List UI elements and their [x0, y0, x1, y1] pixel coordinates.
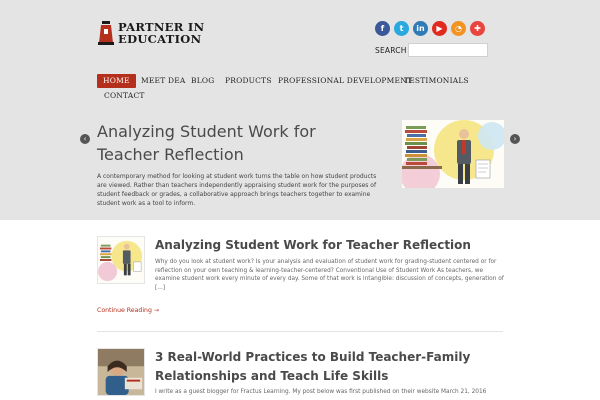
nav-item-home[interactable]: HOME: [97, 74, 136, 88]
slide-illustration-image[interactable]: [402, 120, 504, 188]
cart-icon[interactable]: ✚: [470, 21, 485, 36]
nav-item-contact[interactable]: CONTACT: [104, 89, 145, 103]
post-thumbnail-image[interactable]: [97, 236, 145, 284]
rss-icon[interactable]: ◔: [451, 21, 466, 36]
slide-title[interactable]: Analyzing Student Work for Teacher Refle…: [97, 120, 377, 166]
linkedin-icon[interactable]: in: [413, 21, 428, 36]
twitter-icon[interactable]: t: [394, 21, 409, 36]
search-input[interactable]: [408, 43, 488, 57]
post-thumbnail-image[interactable]: [97, 348, 145, 396]
slider-prev-button[interactable]: ‹: [80, 134, 90, 144]
post-title[interactable]: Analyzing Student Work for Teacher Refle…: [155, 236, 505, 255]
post-excerpt: Why do you look at student work? Is your…: [155, 259, 504, 291]
logo-text-line2: EDUCATION: [118, 32, 202, 46]
nav-item-professional-development[interactable]: PROFESSIONAL DEVELOPMENT: [278, 74, 412, 88]
continue-reading-link[interactable]: Continue Reading →: [97, 307, 159, 314]
post-title[interactable]: 3 Real-World Practices to Build Teacher-…: [155, 348, 505, 386]
post-item: 3 Real-World Practices to Build Teacher-…: [97, 348, 503, 400]
nav-item-products[interactable]: PRODUCTS: [225, 74, 272, 88]
post-divider: [97, 331, 503, 332]
youtube-icon[interactable]: ▶: [432, 21, 447, 36]
slide-excerpt: A contemporary method for looking at stu…: [97, 173, 377, 207]
nav-item-blog[interactable]: BLOG: [191, 74, 214, 88]
search-label: SEARCH: [375, 46, 407, 55]
facebook-icon[interactable]: f: [375, 21, 390, 36]
site-logo[interactable]: PARTNER IN EDUCATION: [97, 20, 212, 46]
social-icons: f t in ▶ ◔ ✚: [375, 21, 485, 36]
post-excerpt: I write as a guest blogger for Fractus L…: [155, 389, 487, 395]
post-item: Analyzing Student Work for Teacher Refle…: [97, 236, 505, 316]
nav-item-testimonials[interactable]: TESTIMONIALS: [404, 74, 469, 88]
slider-next-button[interactable]: ›: [510, 134, 520, 144]
nav-item-meet-dea[interactable]: MEET DEA: [141, 74, 186, 88]
tower-logo-icon: [98, 21, 114, 45]
